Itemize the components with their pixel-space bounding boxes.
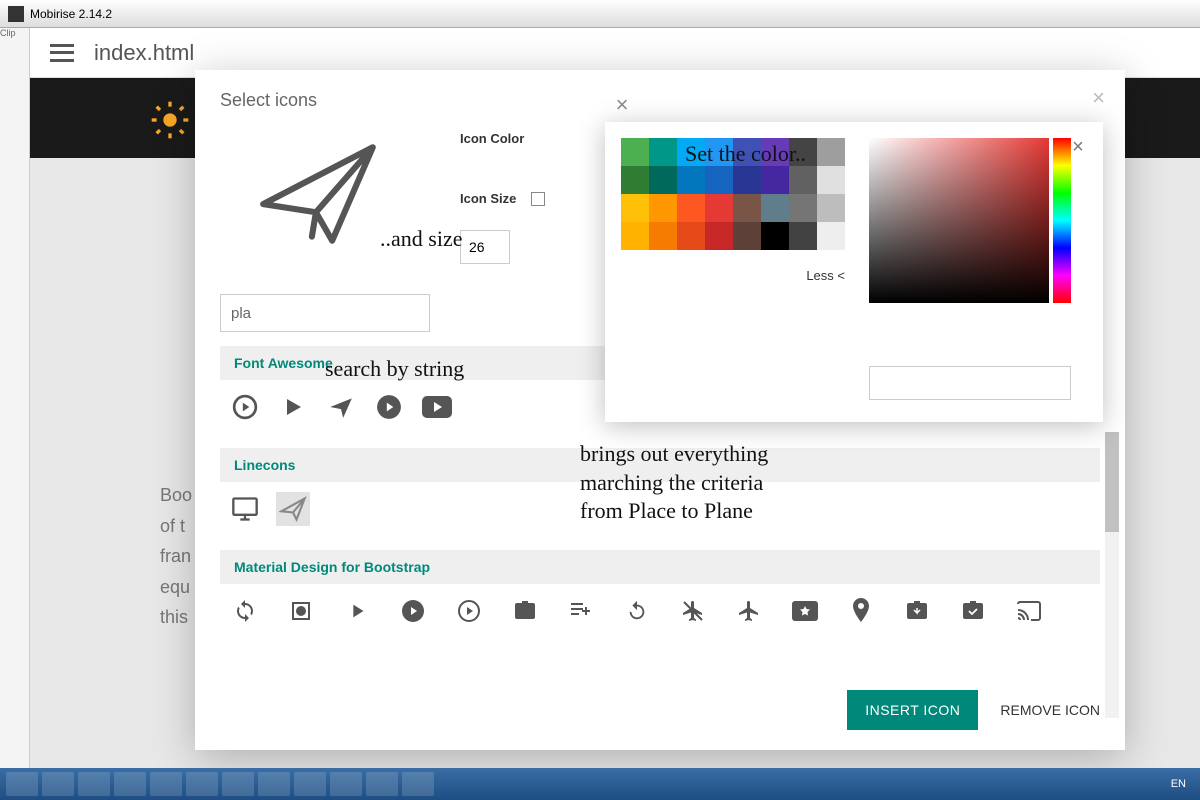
color-swatch[interactable] [677,222,705,250]
color-swatch[interactable] [705,194,733,222]
color-hex-input[interactable] [869,366,1071,400]
category-mdb[interactable]: Material Design for Bootstrap [220,550,1100,584]
color-swatch[interactable] [817,194,845,222]
mdb-icon-row [220,584,1100,638]
local-play-icon[interactable] [788,594,822,628]
icon-color-label: Icon Color [460,131,545,146]
taskbar-item[interactable] [366,772,398,796]
color-swatch[interactable] [733,222,761,250]
sun-icon [150,100,190,140]
close-picker-button[interactable]: × [1067,136,1089,158]
play-circle-outline-mdb-icon[interactable] [452,594,486,628]
play-solid-icon[interactable] [276,390,310,424]
airplane-icon[interactable] [732,594,766,628]
taskbar-item[interactable] [186,772,218,796]
paper-plane-icon[interactable] [276,492,310,526]
saturation-value-picker[interactable] [869,138,1049,303]
remove-icon-button[interactable]: REMOVE ICON [1000,702,1100,718]
taskbar-item[interactable] [78,772,110,796]
taskbar-item[interactable] [402,772,434,796]
annotation-brings-out: brings out everything marching the crite… [580,440,768,526]
annotation-set-color: Set the color.. [685,140,806,169]
color-swatch[interactable] [761,194,789,222]
color-swatch[interactable] [621,138,649,166]
windows-taskbar[interactable]: EN [0,768,1200,800]
taskbar-language[interactable]: EN [1163,778,1194,790]
paper-plane-preview-icon [240,131,400,261]
refresh-icon[interactable] [228,594,262,628]
hue-slider[interactable] [1053,138,1071,303]
brightness-icon[interactable] [284,594,318,628]
replay-icon[interactable] [620,594,654,628]
play-circle-filled-icon[interactable] [396,594,430,628]
color-swatch[interactable] [733,166,761,194]
briefcase-download-icon[interactable] [900,594,934,628]
color-swatch[interactable] [705,166,733,194]
play-arrow-icon[interactable] [340,594,374,628]
taskbar-item[interactable] [258,772,290,796]
color-swatch[interactable] [789,222,817,250]
color-swatch[interactable] [817,138,845,166]
color-swatch[interactable] [649,138,677,166]
close-swatches-button[interactable]: × [610,92,634,116]
window-title: Mobirise 2.14.2 [30,7,112,21]
modal-title: Select icons [220,90,1100,111]
color-swatch[interactable] [677,194,705,222]
taskbar-item[interactable] [42,772,74,796]
place-icon[interactable] [844,594,878,628]
cast-icon[interactable] [1012,594,1046,628]
play-circle-outline-icon[interactable] [228,390,262,424]
color-swatch[interactable] [789,194,817,222]
icon-size-checkbox[interactable] [531,192,545,206]
color-swatch[interactable] [761,222,789,250]
color-swatch[interactable] [817,166,845,194]
taskbar-item[interactable] [114,772,146,796]
play-circle-solid-icon[interactable] [372,390,406,424]
color-swatch[interactable] [649,194,677,222]
taskbar-item[interactable] [150,772,182,796]
icon-size-input[interactable] [460,230,510,264]
color-swatch[interactable] [677,166,705,194]
youtube-play-icon[interactable] [420,390,454,424]
plane-icon[interactable] [324,390,358,424]
color-swatch[interactable] [621,222,649,250]
insert-icon-button[interactable]: INSERT ICON [847,690,978,730]
color-swatch[interactable] [621,194,649,222]
briefcase-icon[interactable] [508,594,542,628]
annotation-and-size: ..and size [380,225,462,254]
modal-scrollbar[interactable] [1105,432,1119,718]
annotation-search-by-string: search by string [325,355,464,384]
close-modal-button[interactable]: × [1092,85,1105,111]
display-icon[interactable] [228,492,262,526]
color-swatch[interactable] [621,166,649,194]
color-picker-popup: × Less < × [605,122,1103,422]
playlist-add-icon[interactable] [564,594,598,628]
app-logo-icon [8,6,24,22]
icon-size-label: Icon Size [460,191,516,206]
taskbar-item[interactable] [330,772,362,796]
color-swatch[interactable] [649,166,677,194]
airplane-off-icon[interactable] [676,594,710,628]
current-file-name: index.html [94,40,194,66]
os-window-title-bar: Mobirise 2.14.2 [0,0,1200,28]
start-button[interactable] [6,772,38,796]
icon-search-input[interactable] [220,294,430,332]
color-swatch[interactable] [761,166,789,194]
color-swatch[interactable] [733,194,761,222]
taskbar-item[interactable] [294,772,326,796]
hamburger-menu-icon[interactable] [50,44,74,62]
color-swatch[interactable] [705,222,733,250]
ribbon-sidebar: Clip [0,28,30,768]
color-swatch[interactable] [649,222,677,250]
color-swatch[interactable] [789,166,817,194]
taskbar-item[interactable] [222,772,254,796]
less-toggle-link[interactable]: Less < [621,268,845,283]
briefcase-check-icon[interactable] [956,594,990,628]
color-swatch[interactable] [817,222,845,250]
